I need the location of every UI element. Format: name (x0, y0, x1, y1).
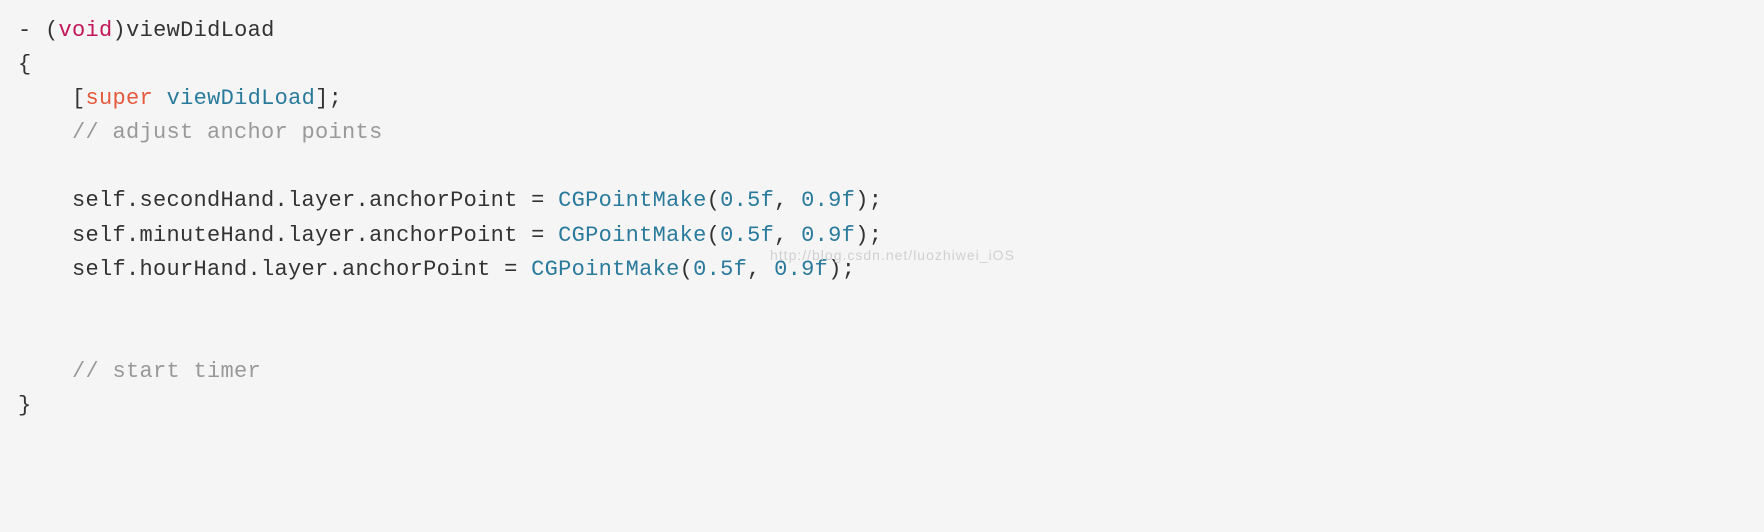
brace-open: { (18, 52, 32, 77)
keyword-super: super (86, 86, 154, 111)
comment: // adjust anchor points (72, 120, 383, 145)
paren-close: ); (855, 223, 882, 248)
code-token: ) (113, 18, 127, 43)
comma: , (747, 257, 774, 282)
indent (18, 120, 72, 145)
paren-close: ); (828, 257, 855, 282)
method-name: viewDidLoad (126, 18, 275, 43)
number-literal: 0.5f (720, 223, 774, 248)
keyword-void: void (59, 18, 113, 43)
number-literal: 0.9f (774, 257, 828, 282)
code-block: - (void)viewDidLoad { [super viewDidLoad… (18, 14, 1746, 423)
number-literal: 0.9f (801, 188, 855, 213)
code-expr: self.secondHand.layer.anchorPoint = (72, 188, 558, 213)
function-call: CGPointMake (558, 223, 707, 248)
paren-open: ( (707, 223, 721, 248)
bracket-open: [ (72, 86, 86, 111)
number-literal: 0.9f (801, 223, 855, 248)
space (153, 86, 167, 111)
indent (18, 188, 72, 213)
indent (18, 359, 72, 384)
method-call: viewDidLoad (167, 86, 316, 111)
paren-close: ); (855, 188, 882, 213)
function-call: CGPointMake (558, 188, 707, 213)
brace-close: } (18, 393, 32, 418)
comma: , (774, 223, 801, 248)
bracket-close: ]; (315, 86, 342, 111)
indent (18, 257, 72, 282)
code-token: - (18, 18, 45, 43)
code-expr: self.hourHand.layer.anchorPoint = (72, 257, 531, 282)
number-literal: 0.5f (720, 188, 774, 213)
paren-open: ( (680, 257, 694, 282)
indent (18, 223, 72, 248)
comma: , (774, 188, 801, 213)
indent (18, 86, 72, 111)
function-call: CGPointMake (531, 257, 680, 282)
code-expr: self.minuteHand.layer.anchorPoint = (72, 223, 558, 248)
number-literal: 0.5f (693, 257, 747, 282)
comment: // start timer (72, 359, 261, 384)
paren-open: ( (707, 188, 721, 213)
code-token: ( (45, 18, 59, 43)
